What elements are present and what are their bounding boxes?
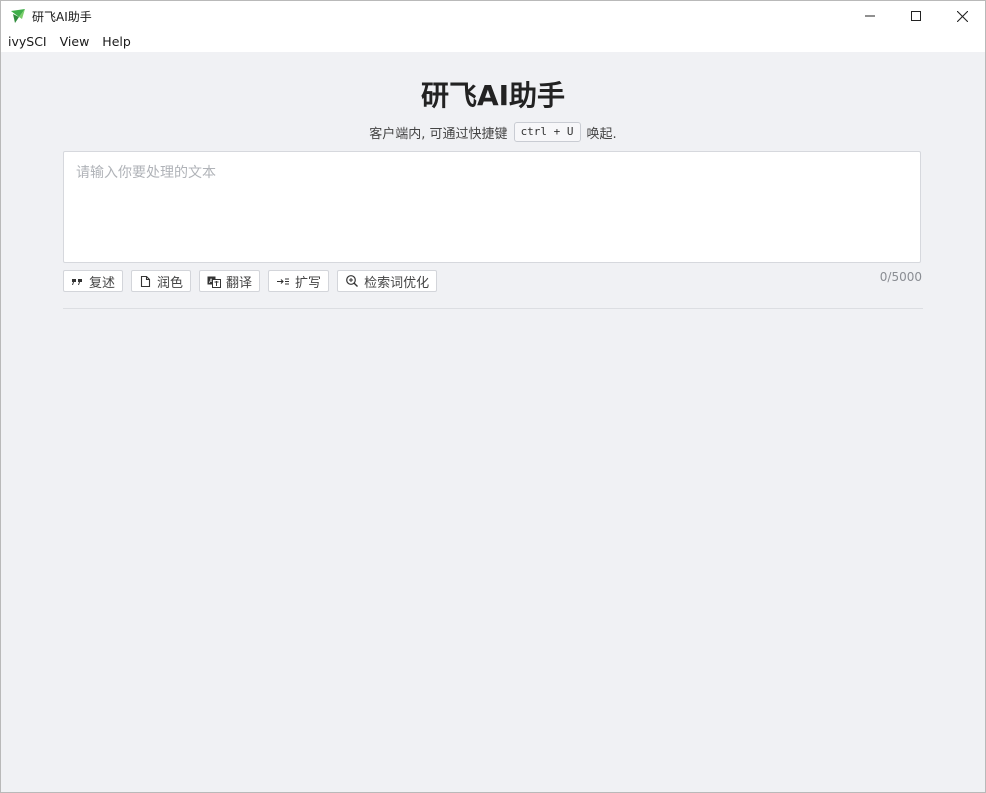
menu-ivysci[interactable]: ivySCI bbox=[2, 31, 53, 52]
hint-prefix: 客户端内, 可通过快捷键 bbox=[369, 126, 508, 142]
shortcut-hint: 客户端内, 可通过快捷键 ctrl + U 唤起. bbox=[1, 122, 985, 142]
menu-help[interactable]: Help bbox=[96, 31, 137, 52]
char-counter: 0/5000 bbox=[879, 270, 922, 284]
main-content: 研飞AI助手 客户端内, 可通过快捷键 ctrl + U 唤起. 复述 润色 bbox=[1, 52, 985, 792]
app-logo-icon bbox=[10, 8, 26, 24]
translate-button[interactable]: A 翻译 bbox=[199, 270, 261, 292]
maximize-button[interactable] bbox=[893, 1, 939, 31]
translate-label: 翻译 bbox=[226, 275, 253, 291]
translate-icon: A bbox=[207, 276, 222, 288]
app-window: 研飞AI助手 ivySCI View Help 研飞AI助手 客户端内, 可通过… bbox=[0, 0, 986, 793]
menu-view[interactable]: View bbox=[54, 31, 96, 52]
quote-icon bbox=[72, 278, 82, 285]
maximize-icon bbox=[911, 11, 921, 21]
polish-label: 润色 bbox=[157, 275, 184, 291]
title-bar: 研飞AI助手 bbox=[1, 1, 985, 31]
close-button[interactable] bbox=[939, 1, 985, 31]
keyword-optimize-button[interactable]: 检索词优化 bbox=[337, 270, 438, 292]
polish-button[interactable]: 润色 bbox=[131, 270, 192, 292]
window-title: 研飞AI助手 bbox=[32, 10, 92, 24]
expand-icon bbox=[277, 277, 290, 285]
keyword-optimize-label: 检索词优化 bbox=[364, 275, 430, 291]
action-toolbar: 复述 润色 A 翻译 扩写 检索词优化 bbox=[63, 270, 438, 292]
page-title: 研飞AI助手 bbox=[420, 79, 566, 112]
close-icon bbox=[956, 10, 968, 22]
hint-suffix: 唤起. bbox=[586, 126, 617, 142]
shortcut-key: ctrl + U bbox=[513, 122, 581, 142]
paraphrase-button[interactable]: 复述 bbox=[63, 270, 124, 292]
menu-bar: ivySCI View Help bbox=[1, 31, 985, 52]
minimize-button[interactable] bbox=[847, 1, 893, 31]
divider bbox=[63, 308, 923, 309]
expand-button[interactable]: 扩写 bbox=[268, 270, 330, 292]
expand-label: 扩写 bbox=[295, 275, 322, 291]
text-input[interactable] bbox=[63, 151, 921, 263]
paraphrase-label: 复述 bbox=[89, 275, 116, 291]
search-optimize-icon bbox=[346, 275, 359, 287]
document-icon bbox=[140, 275, 151, 287]
minimize-icon bbox=[865, 15, 875, 17]
